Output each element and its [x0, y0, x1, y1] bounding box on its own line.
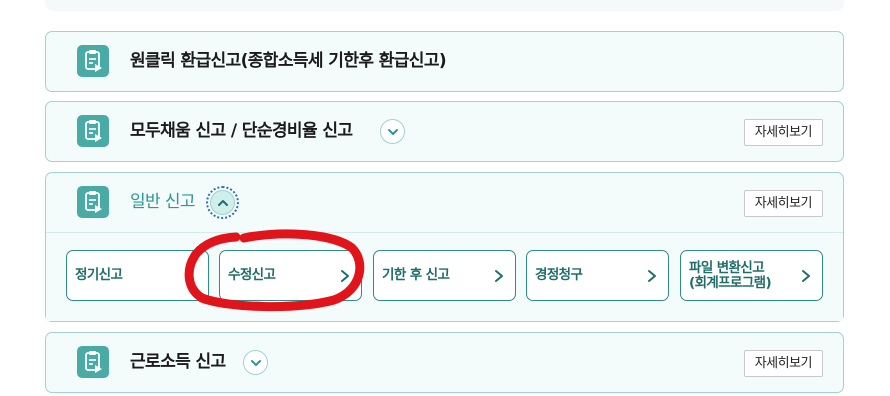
panel-title[interactable]: 근로소득 신고 [130, 333, 226, 392]
details-button[interactable]: 자세히보기 [743, 350, 823, 377]
previous-section-bottom [45, 0, 844, 11]
details-button[interactable]: 자세히보기 [743, 119, 823, 146]
panel-one-click-refund[interactable]: 원클릭 환급신고(종합소득세 기한후 환급신고) [45, 31, 844, 92]
panel-prefilled-filing[interactable]: 모두채움 신고 / 단순경비율 신고 자세히보기 [45, 101, 844, 162]
details-button[interactable]: 자세히보기 [743, 190, 823, 217]
expand-toggle-button[interactable] [380, 119, 405, 144]
option-file-conversion[interactable]: 파일 변환신고 (회계프로그램) [680, 250, 823, 301]
option-label: 경정청구 [535, 267, 583, 283]
panel-title[interactable]: 일반 신고 [130, 173, 196, 232]
option-amended-filing[interactable]: 수정신고 [219, 250, 362, 301]
option-regular-filing[interactable]: 정기신고 [66, 250, 209, 301]
document-icon [77, 346, 109, 378]
panel-header[interactable]: 원클릭 환급신고(종합소득세 기한후 환급신고) [46, 32, 843, 91]
collapse-toggle-button[interactable] [206, 186, 239, 219]
chevron-right-icon [802, 270, 810, 282]
panel-title[interactable]: 모두채움 신고 / 단순경비율 신고 [130, 102, 353, 161]
chevron-down-icon [388, 129, 398, 135]
chevron-right-icon [341, 270, 349, 282]
chevron-right-icon [648, 270, 656, 282]
document-icon [77, 186, 109, 218]
option-label: 파일 변환신고 (회계프로그램) [689, 259, 772, 291]
option-late-filing[interactable]: 기한 후 신고 [373, 250, 516, 301]
option-label: 정기신고 [75, 267, 123, 283]
chevron-up-icon [218, 200, 228, 206]
filing-options: 정기신고 수정신고 기한 후 신고 경정청구 파일 변환신고 (회계프로그램) [46, 232, 843, 321]
panel-title[interactable]: 원클릭 환급신고(종합소득세 기한후 환급신고) [130, 32, 447, 91]
option-label: 수정신고 [228, 267, 276, 283]
panel-earned-income-filing[interactable]: 근로소득 신고 자세히보기 [45, 332, 844, 393]
panel-header[interactable]: 모두채움 신고 / 단순경비율 신고 자세히보기 [46, 102, 843, 161]
option-correction-claim[interactable]: 경정청구 [526, 250, 669, 301]
panel-general-filing[interactable]: 일반 신고 자세히보기 정기신고 수정신고 기한 후 신고 경정청구 파일 변환… [45, 172, 844, 322]
chevron-right-icon [495, 270, 503, 282]
option-label: 기한 후 신고 [382, 267, 450, 283]
panel-header[interactable]: 근로소득 신고 자세히보기 [46, 333, 843, 392]
panel-header[interactable]: 일반 신고 자세히보기 [46, 173, 843, 232]
document-icon [77, 115, 109, 147]
chevron-down-icon [251, 360, 261, 366]
document-icon [77, 45, 109, 77]
expand-toggle-button[interactable] [243, 350, 268, 375]
